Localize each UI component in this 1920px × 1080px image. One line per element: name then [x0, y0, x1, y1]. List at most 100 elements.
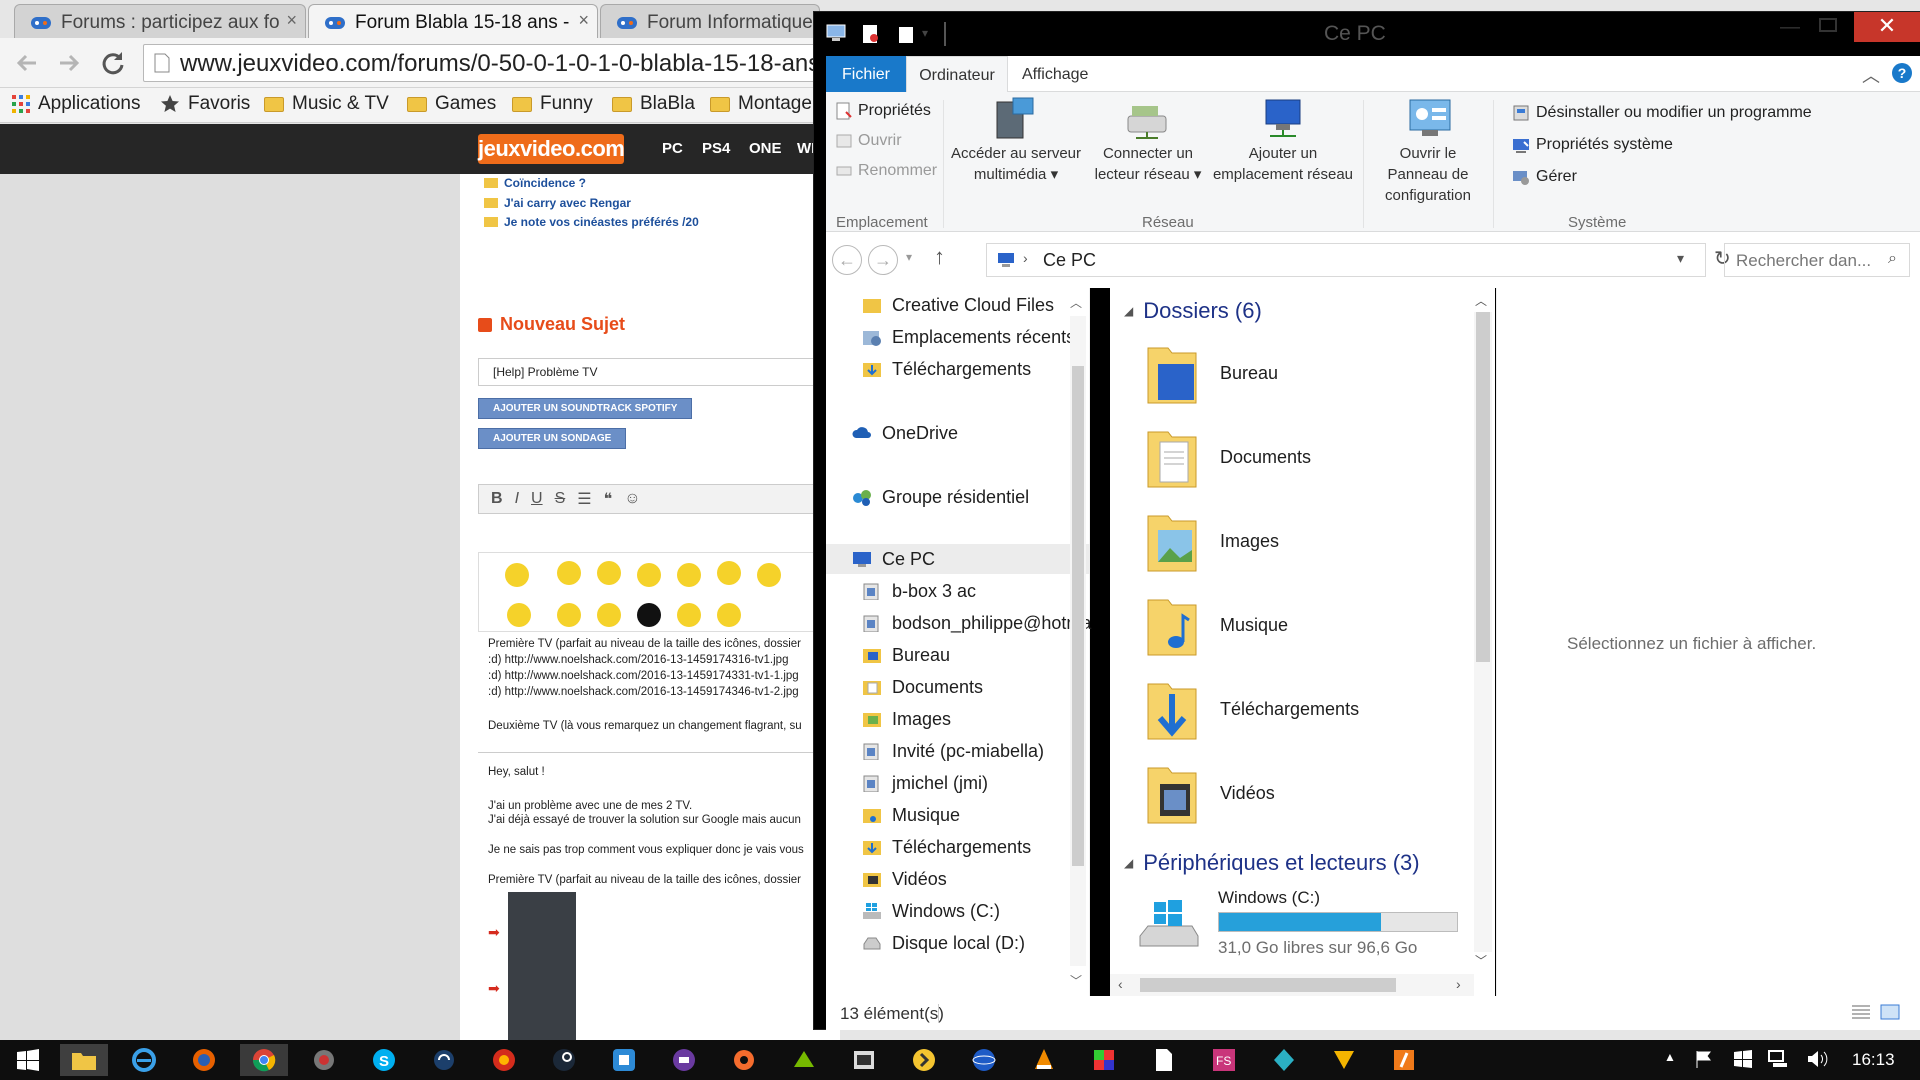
- chevron-down-icon[interactable]: ▾: [1677, 250, 1684, 267]
- taskbar-app[interactable]: FS: [1200, 1044, 1248, 1076]
- underline-icon[interactable]: U: [531, 490, 543, 508]
- nav-item-recent-places[interactable]: Emplacements récents: [862, 322, 1075, 352]
- ouvrir-button[interactable]: Ouvrir: [836, 132, 902, 150]
- add-network-location-button[interactable]: Ajouter un emplacement réseau: [1210, 92, 1356, 207]
- folder-item[interactable]: Documents: [1146, 424, 1311, 490]
- renommer-button[interactable]: Renommer: [836, 162, 937, 180]
- drive-item[interactable]: Windows (C:) 31,0 Go libres sur 96,6 Go: [1136, 888, 1476, 958]
- taskbar-app[interactable]: [600, 1044, 648, 1076]
- quote-icon[interactable]: ❝: [604, 489, 613, 509]
- map-drive-button[interactable]: Connecter un lecteur réseau ▾: [1088, 92, 1208, 207]
- scroll-right-icon[interactable]: ›: [1456, 976, 1461, 992]
- horizontal-scrollbar[interactable]: ‹ ›: [1110, 974, 1474, 996]
- taskbar-app[interactable]: [540, 1044, 588, 1076]
- nav-item-images[interactable]: Images: [862, 704, 951, 734]
- taskbar-ie[interactable]: [120, 1044, 168, 1076]
- tab-ordinateur[interactable]: Ordinateur: [906, 56, 1008, 92]
- tab-fichier[interactable]: Fichier: [826, 56, 906, 92]
- folders-section-header[interactable]: ◢ Dossiers (6): [1124, 298, 1262, 324]
- control-panel-button[interactable]: Ouvrir le Panneau de configuration: [1368, 92, 1488, 207]
- nav-item-network-user[interactable]: jmichel (jmi): [862, 768, 988, 798]
- address-field[interactable]: › Ce PC ▾: [986, 243, 1706, 277]
- nav-item-homegroup[interactable]: Groupe résidentiel: [852, 482, 1029, 512]
- show-hidden-icons[interactable]: ▲: [1664, 1050, 1676, 1064]
- search-icon[interactable]: ⌕: [1888, 250, 1897, 268]
- jv-nav-pc[interactable]: PC: [662, 140, 683, 157]
- jv-logo[interactable]: jeuxvideo.com: [478, 134, 625, 164]
- nav-item-network-user[interactable]: Invité (pc-miabella): [862, 736, 1044, 766]
- taskbar-vlc[interactable]: [1020, 1044, 1068, 1076]
- taskbar-app[interactable]: [1140, 1044, 1188, 1076]
- taskbar-app[interactable]: [1320, 1044, 1368, 1076]
- network-icon[interactable]: [1768, 1050, 1788, 1068]
- chevron-up-icon[interactable]: ︿: [1862, 62, 1880, 88]
- nav-item-musique[interactable]: Musique: [862, 800, 960, 830]
- nav-item-network-user[interactable]: bodson_philippe@hotma: [862, 608, 1091, 638]
- taskbar-app[interactable]: [480, 1044, 528, 1076]
- close-window-button[interactable]: ✕: [1854, 12, 1920, 42]
- maximize-icon[interactable]: [1819, 18, 1837, 32]
- scroll-up-icon[interactable]: ︿: [1475, 292, 1487, 309]
- taskbar-firefox[interactable]: [180, 1044, 228, 1076]
- action-center-flag-icon[interactable]: [1694, 1049, 1714, 1069]
- bookmark-folder[interactable]: Montage: [710, 93, 812, 115]
- nav-item-telechargements[interactable]: Téléchargements: [862, 832, 1031, 862]
- content-scrollbar-thumb[interactable]: [1476, 312, 1490, 662]
- new-folder-qa-icon[interactable]: [898, 24, 916, 44]
- taskbar-app[interactable]: [900, 1044, 948, 1076]
- folder-item[interactable]: Images: [1146, 508, 1279, 574]
- bookmark-folder[interactable]: Games: [407, 93, 496, 115]
- devices-section-header[interactable]: ◢ Périphériques et lecteurs (3): [1124, 850, 1420, 876]
- manage-button[interactable]: Gérer: [1512, 168, 1577, 186]
- taskbar-app[interactable]: [1380, 1044, 1428, 1076]
- bookmark-folder[interactable]: Funny: [512, 93, 593, 115]
- nav-item-this-pc[interactable]: Ce PC: [852, 544, 935, 574]
- bookmark-favoris[interactable]: Favoris: [160, 93, 250, 115]
- nav-item-documents[interactable]: Documents: [862, 672, 983, 702]
- taskbar-app[interactable]: [1260, 1044, 1308, 1076]
- minimize-icon[interactable]: —: [1780, 16, 1800, 39]
- chevron-down-icon[interactable]: ▾: [922, 26, 928, 40]
- spotify-button[interactable]: AJOUTER UN SOUNDTRACK SPOTIFY: [478, 398, 693, 419]
- list-icon[interactable]: ☰: [577, 489, 591, 509]
- browser-tab[interactable]: Forums : participez aux fo ×: [14, 4, 306, 38]
- content-scrollbar[interactable]: [1474, 312, 1492, 952]
- smileys-icon[interactable]: [479, 553, 839, 631]
- help-icon[interactable]: ?: [1892, 63, 1912, 83]
- search-input[interactable]: Rechercher dan...: [1724, 243, 1910, 277]
- topic-link[interactable]: Je note vos cinéastes préférés /20: [484, 215, 699, 229]
- subject-input[interactable]: [Help] Problème TV: [478, 358, 840, 386]
- folder-item[interactable]: Musique: [1146, 592, 1288, 658]
- topic-link[interactable]: J'ai carry avec Rengar: [484, 196, 631, 210]
- nav-item-videos[interactable]: Vidéos: [862, 864, 947, 894]
- taskbar-app[interactable]: [1080, 1044, 1128, 1076]
- close-tab-icon[interactable]: ×: [578, 10, 589, 31]
- taskbar-app[interactable]: [720, 1044, 768, 1076]
- strikethrough-icon[interactable]: S: [555, 490, 566, 508]
- taskbar-app[interactable]: [780, 1044, 828, 1076]
- breadcrumb[interactable]: Ce PC: [1043, 250, 1096, 270]
- taskbar-skype[interactable]: S: [360, 1044, 408, 1076]
- back-icon[interactable]: ←: [832, 245, 862, 275]
- taskbar-app[interactable]: [840, 1044, 888, 1076]
- scroll-left-icon[interactable]: ‹: [1118, 976, 1123, 992]
- reload-icon[interactable]: [100, 50, 126, 76]
- nav-scrollbar[interactable]: [1070, 316, 1086, 966]
- taskbar-app[interactable]: [300, 1044, 348, 1076]
- windows-logo-tray-icon[interactable]: [1734, 1050, 1752, 1068]
- back-icon[interactable]: [14, 50, 40, 76]
- bookmark-applications[interactable]: Applications: [12, 93, 140, 115]
- horizontal-scrollbar-thumb[interactable]: [1140, 978, 1396, 992]
- system-properties-button[interactable]: Propriétés système: [1512, 136, 1673, 154]
- taskbar-app[interactable]: [660, 1044, 708, 1076]
- taskbar-app[interactable]: [960, 1044, 1008, 1076]
- nav-item-downloads[interactable]: Téléchargements: [862, 354, 1031, 384]
- nav-item-creative-cloud[interactable]: Creative Cloud Files: [862, 290, 1054, 320]
- nav-scrollbar-thumb[interactable]: [1072, 366, 1084, 866]
- italic-icon[interactable]: I: [515, 490, 519, 508]
- nav-item-drive-d[interactable]: Disque local (D:): [862, 928, 1025, 958]
- smiley-icon[interactable]: ☺: [624, 490, 640, 508]
- up-arrow-icon[interactable]: ↑: [934, 244, 945, 270]
- large-icons-view-icon[interactable]: [1880, 1004, 1900, 1020]
- forward-icon[interactable]: [56, 50, 82, 76]
